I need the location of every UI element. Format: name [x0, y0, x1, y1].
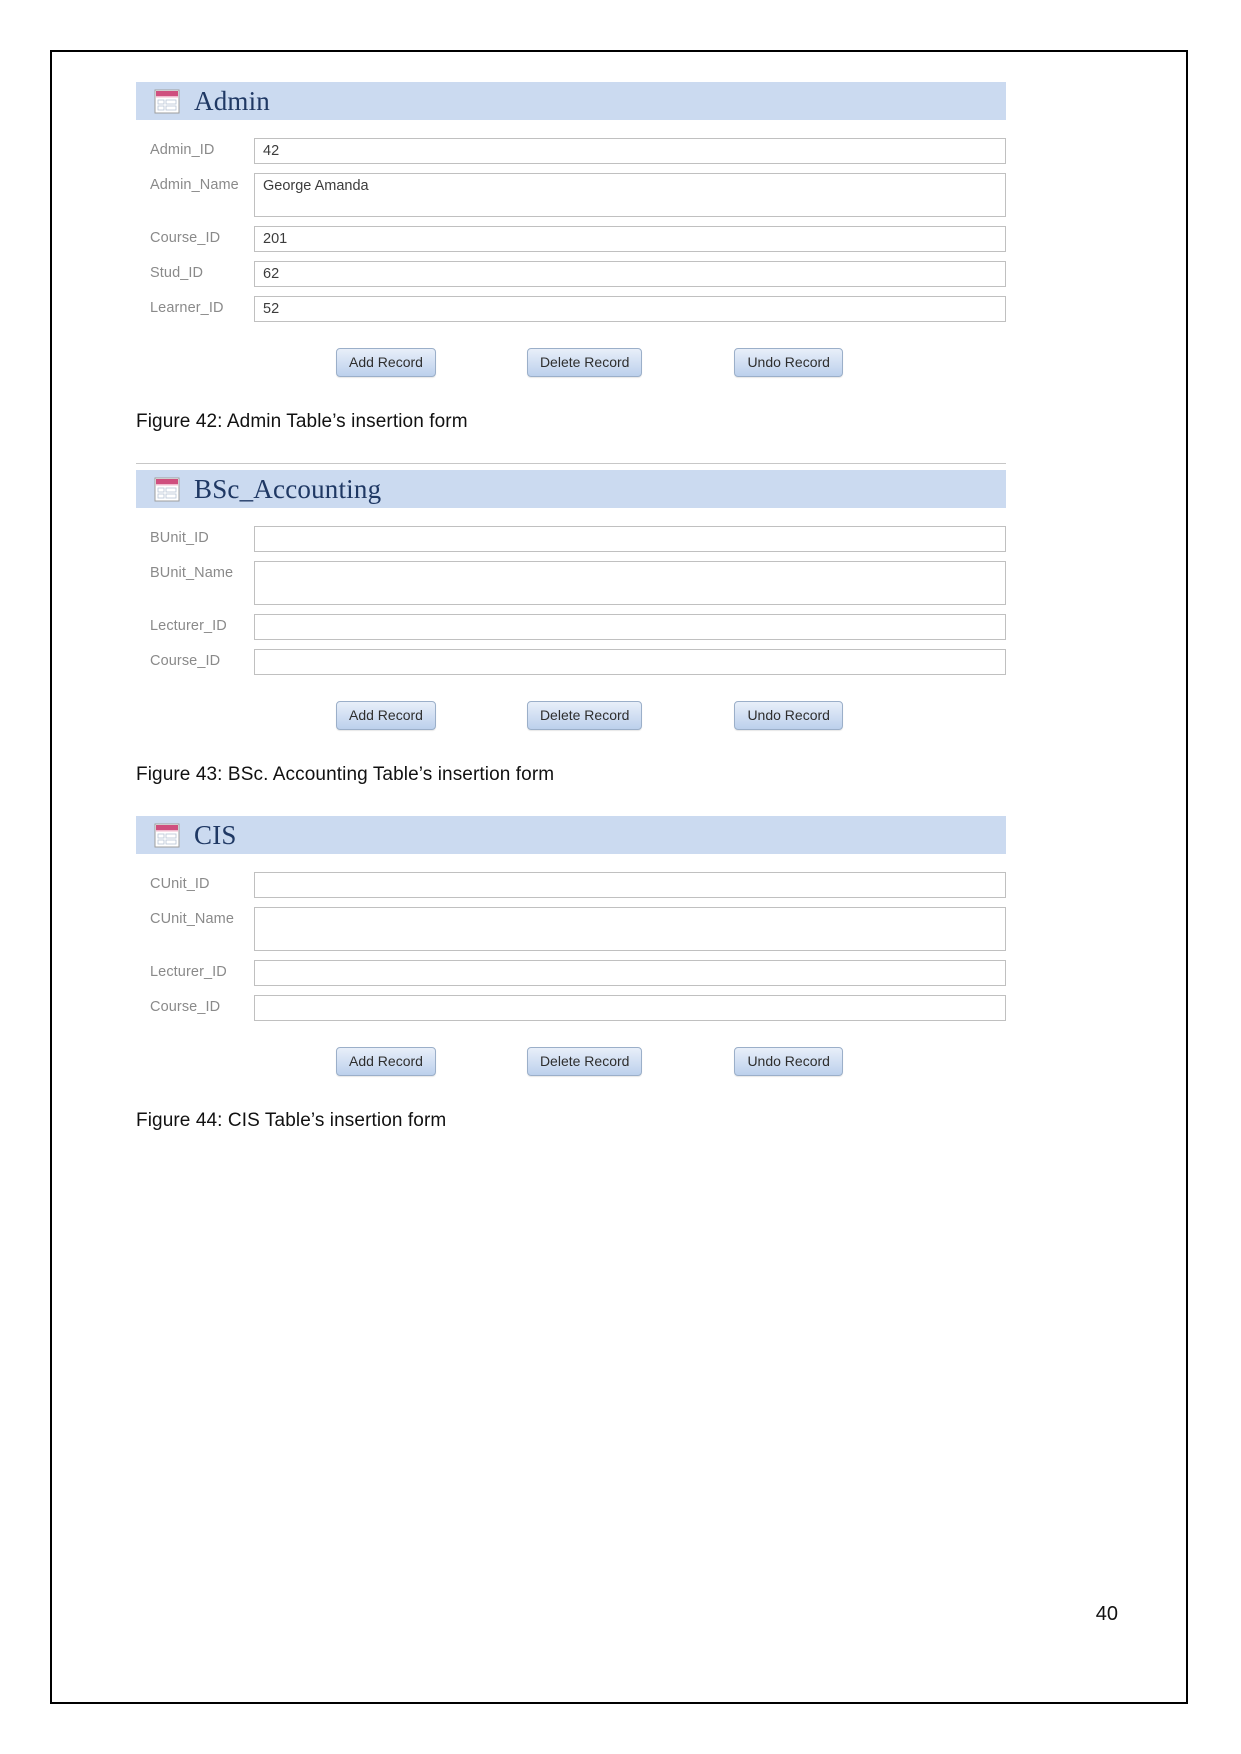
- figure-caption-44: Figure 44: CIS Table’s insertion form: [136, 1110, 447, 1131]
- undo-record-button[interactable]: Undo Record: [734, 348, 843, 377]
- field-input-lecturer-id[interactable]: [254, 614, 1006, 640]
- field-label-lecturer-id: Lecturer_ID: [150, 964, 227, 980]
- form-divider-rule: [136, 463, 1006, 464]
- form-title: CIS: [194, 819, 237, 850]
- field-label-stud-id: Stud_ID: [150, 265, 204, 281]
- field-row: CUnit_Name: [136, 907, 1006, 951]
- field-label-course-id: Course_ID: [150, 653, 221, 669]
- add-record-button[interactable]: Add Record: [336, 1047, 436, 1076]
- field-label-admin-id: Admin_ID: [150, 142, 215, 158]
- field-row: Course_ID: [136, 995, 1006, 1021]
- delete-record-button[interactable]: Delete Record: [526, 348, 643, 377]
- field-input-stud-id[interactable]: 62: [254, 261, 1006, 287]
- field-input-admin-name[interactable]: George Amanda: [254, 173, 1006, 217]
- field-input-bunit-id[interactable]: [254, 526, 1006, 552]
- delete-record-button[interactable]: Delete Record: [526, 701, 643, 730]
- field-label-course-id: Course_ID: [150, 230, 221, 246]
- form-title: Admin: [194, 85, 271, 116]
- field-label-cunit-name: CUnit_Name: [150, 911, 234, 927]
- field-input-bunit-name[interactable]: [254, 561, 1006, 605]
- document-page: Admin Admin_ID 42 Admin_Name George Aman…: [50, 50, 1188, 1704]
- field-row: Course_ID: [136, 649, 1006, 675]
- field-row: Lecturer_ID: [136, 960, 1006, 986]
- form-fields-admin: Admin_ID 42 Admin_Name George Amanda Cou…: [136, 120, 1006, 322]
- field-row: CUnit_ID: [136, 872, 1006, 898]
- access-form-bsc-accounting: BSc_Accounting BUnit_ID BUnit_Name Lectu…: [136, 463, 1006, 730]
- access-form-icon: [154, 89, 180, 113]
- form-title: BSc_Accounting: [194, 473, 382, 504]
- form-button-row-bsc-accounting: Add Record Delete Record Undo Record: [136, 701, 1006, 730]
- undo-record-button[interactable]: Undo Record: [734, 1047, 843, 1076]
- field-input-learner-id[interactable]: 52: [254, 296, 1006, 322]
- field-label-lecturer-id: Lecturer_ID: [150, 618, 227, 634]
- field-input-cunit-name[interactable]: [254, 907, 1006, 951]
- undo-record-button[interactable]: Undo Record: [734, 701, 843, 730]
- form-button-row-admin: Add Record Delete Record Undo Record: [136, 348, 1006, 377]
- field-input-cunit-id[interactable]: [254, 872, 1006, 898]
- field-label-course-id: Course_ID: [150, 999, 221, 1015]
- delete-record-button[interactable]: Delete Record: [526, 1047, 643, 1076]
- field-label-cunit-id: CUnit_ID: [150, 876, 210, 892]
- form-fields-bsc-accounting: BUnit_ID BUnit_Name Lecturer_ID Course_I…: [136, 508, 1006, 675]
- access-form-admin: Admin Admin_ID 42 Admin_Name George Aman…: [136, 82, 1006, 377]
- figure-caption-42: Figure 42: Admin Table’s insertion form: [136, 411, 468, 432]
- field-row: BUnit_ID: [136, 526, 1006, 552]
- field-input-lecturer-id[interactable]: [254, 960, 1006, 986]
- field-row: Lecturer_ID: [136, 614, 1006, 640]
- field-row: Stud_ID 62: [136, 261, 1006, 287]
- field-row: Admin_ID 42: [136, 138, 1006, 164]
- access-form-icon: [154, 477, 180, 501]
- access-form-icon: [154, 823, 180, 847]
- page-number: 40: [1095, 1603, 1118, 1625]
- form-button-row-cis: Add Record Delete Record Undo Record: [136, 1047, 1006, 1076]
- field-label-bunit-name: BUnit_Name: [150, 565, 234, 581]
- figure-caption-43: Figure 43: BSc. Accounting Table’s inser…: [136, 764, 555, 785]
- field-row: Admin_Name George Amanda: [136, 173, 1006, 217]
- page-content: Admin Admin_ID 42 Admin_Name George Aman…: [136, 82, 1056, 1162]
- add-record-button[interactable]: Add Record: [336, 348, 436, 377]
- form-fields-cis: CUnit_ID CUnit_Name Lecturer_ID Course_I…: [136, 854, 1006, 1021]
- form-header-bsc-accounting: BSc_Accounting: [136, 470, 1006, 508]
- field-input-course-id[interactable]: 201: [254, 226, 1006, 252]
- field-row: Course_ID 201: [136, 226, 1006, 252]
- access-form-cis: CIS CUnit_ID CUnit_Name Lecturer_ID Cour…: [136, 816, 1006, 1076]
- field-label-bunit-id: BUnit_ID: [150, 530, 209, 546]
- field-label-learner-id: Learner_ID: [150, 300, 224, 316]
- field-input-course-id[interactable]: [254, 649, 1006, 675]
- field-row: BUnit_Name: [136, 561, 1006, 605]
- field-input-admin-id[interactable]: 42: [254, 138, 1006, 164]
- field-row: Learner_ID 52: [136, 296, 1006, 322]
- add-record-button[interactable]: Add Record: [336, 701, 436, 730]
- form-header-cis: CIS: [136, 816, 1006, 854]
- field-input-course-id[interactable]: [254, 995, 1006, 1021]
- field-label-admin-name: Admin_Name: [150, 177, 239, 193]
- form-header-admin: Admin: [136, 82, 1006, 120]
